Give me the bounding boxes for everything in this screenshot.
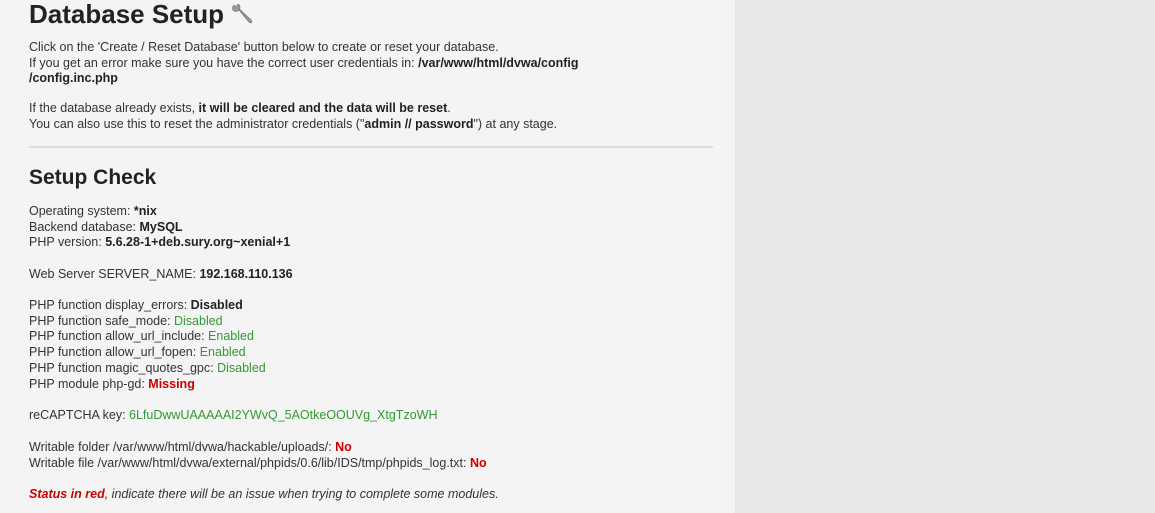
intro-line-2-prefix: If you get an error make sure you have t… [29,55,419,70]
server-value: 192.168.110.136 [199,267,293,281]
os-label: Operating system: [29,204,134,218]
server-row: Web Server SERVER_NAME: 192.168.110.136 [29,267,293,283]
server-label: Web Server SERVER_NAME: [29,267,200,281]
status-note-text: , indicate there will be an issue when t… [104,487,499,501]
writable-file-row: Writable file /var/www/html/dvwa/externa… [29,456,487,472]
section-divider [29,146,713,148]
recaptcha-label: reCAPTCHA key: [29,408,130,422]
os-row: Operating system: *nix [29,204,290,220]
admin-credentials: admin // password [364,116,474,131]
intro-line-1: Click on the 'Create / Reset Database' b… [29,40,499,54]
function-row: PHP module php-gd: Missing [29,377,266,393]
writable-info: Writable folder /var/www/html/dvwa/hacka… [29,440,487,471]
writable-folder-label: Writable folder /var/www/html/dvwa/hacka… [29,440,336,454]
function-row: PHP function safe_mode: Disabled [29,314,266,330]
function-row: PHP function allow_url_include: Enabled [29,329,266,345]
writable-file-value: No [469,455,487,470]
main-content: Database Setup Click on the 'Create / Re… [0,0,735,513]
recaptcha-info: reCAPTCHA key: 6LfuDwwUAAAAAI2YWvQ_5AOtk… [29,408,437,424]
function-label: PHP function display_errors: [29,298,191,312]
intro-line-4-prefix: You can also use this to reset the admin… [29,116,365,131]
intro-line-3: If the database already exists, it will … [29,101,557,117]
function-label: PHP module php-gd: [29,376,149,391]
intro-line-3-prefix: If the database already exists, [29,101,199,115]
intro-line-3-bold: it will be cleared and the data will be … [198,101,448,115]
function-label: PHP function safe_mode: [29,313,174,328]
intro-block-2: If the database already exists, it will … [29,101,557,132]
function-value: Disabled [217,360,266,375]
recaptcha-value: 6LfuDwwUAAAAAI2YWvQ_5AOtkeOOUVg_XtgTzoWH [129,408,438,422]
config-path-b: /config.inc.php [29,71,118,86]
intro-block-1: Click on the 'Create / Reset Database' b… [29,40,579,87]
intro-line-3-suffix: . [447,101,451,115]
php-functions: PHP function display_errors: Disabled PH… [29,298,266,392]
writable-folder-value: No [335,440,352,454]
php-value: 5.6.28-1+deb.sury.org~xenial+1 [105,235,291,250]
server-info: Web Server SERVER_NAME: 192.168.110.136 [29,267,293,283]
function-value: Disabled [174,313,223,328]
function-row: PHP function display_errors: Disabled [29,298,266,314]
function-value: Enabled [199,345,246,360]
db-label: Backend database: [29,219,140,234]
function-value: Disabled [190,298,243,312]
recaptcha-row: reCAPTCHA key: 6LfuDwwUAAAAAI2YWvQ_5AOtk… [29,408,437,424]
intro-line-4-suffix: ") at any stage. [473,116,558,131]
function-value: Missing [148,376,195,391]
intro-line-2: If you get an error make sure you have t… [29,56,579,72]
intro-line-4: You can also use this to reset the admin… [29,117,557,133]
system-info: Operating system: *nix Backend database:… [29,204,290,251]
status-note: Status in red, indicate there will be an… [29,487,499,503]
function-label: PHP function magic_quotes_gpc: [29,360,218,375]
config-path-a: /var/www/html/dvwa/config [418,55,579,70]
os-value: *nix [133,204,157,218]
right-panel [735,0,1155,513]
setup-check-heading: Setup Check [29,166,157,189]
function-label: PHP function allow_url_include: [29,329,209,344]
function-row: PHP function magic_quotes_gpc: Disabled [29,361,266,377]
wrench-icon [230,2,254,26]
php-row: PHP version: 5.6.28-1+deb.sury.org~xenia… [29,235,290,251]
writable-file-label: Writable file /var/www/html/dvwa/externa… [29,455,470,470]
function-row: PHP function allow_url_fopen: Enabled [29,345,266,361]
status-red-text: Status in red [29,487,105,501]
function-value: Enabled [208,329,254,344]
page: Database Setup Click on the 'Create / Re… [0,0,1155,513]
php-label: PHP version: [29,235,106,250]
db-value: MySQL [139,219,183,234]
db-row: Backend database: MySQL [29,220,290,236]
function-label: PHP function allow_url_fopen: [29,345,200,360]
intro-line-2b: /config.inc.php [29,71,579,87]
page-title: Database Setup [29,0,254,28]
writable-folder-row: Writable folder /var/www/html/dvwa/hacka… [29,440,487,456]
page-title-text: Database Setup [29,0,225,29]
